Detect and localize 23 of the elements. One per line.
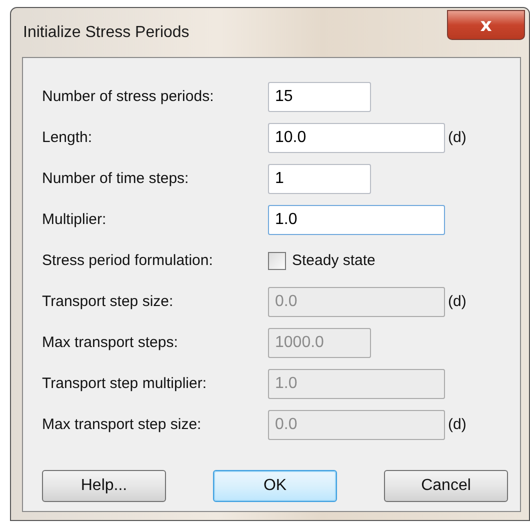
field-label: Transport step size: [42,293,174,310]
field-label: Max transport steps: [42,334,179,351]
field-label: Number of time steps: [42,170,190,187]
input-field[interactable]: 15 [268,82,371,112]
input-field[interactable]: 1.0 [268,204,445,234]
field-label: Length: [42,129,94,146]
checkbox-label[interactable]: Steady state [292,252,376,269]
dialog-button[interactable]: OK [213,470,337,502]
field-label: Transport step multiplier: [42,375,208,392]
close-button[interactable]: x [447,10,525,40]
input-field[interactable]: 10.0 [268,122,445,152]
checkbox[interactable] [268,252,286,270]
input-field[interactable]: 1 [268,164,371,194]
dialog-button[interactable]: Cancel [384,470,508,502]
unit-label: (d) [448,293,466,310]
dialog-button[interactable]: Help... [42,470,166,502]
unit-label: (d) [448,129,466,146]
unit-label: (d) [448,416,466,433]
field-label: Number of stress periods: [42,88,215,105]
field-label: Multiplier: [42,211,108,228]
field-label: Stress period formulation: [42,252,214,269]
window-title: Initialize Stress Periods [23,24,190,42]
field-label: Max transport step size: [42,416,202,433]
